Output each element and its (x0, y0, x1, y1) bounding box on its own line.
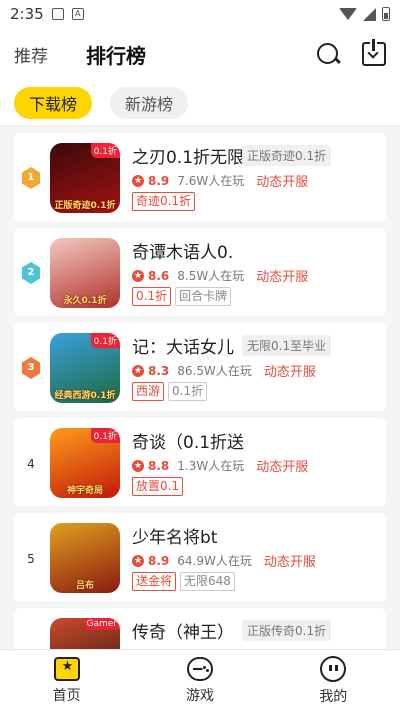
icon-caption: 永久0.1折 (63, 296, 107, 306)
a-notification-icon: A (71, 8, 84, 20)
tab-recommend[interactable]: 推荐 (14, 42, 48, 67)
game-tag: 0.1折 (132, 287, 172, 306)
game-score: 8.3 (148, 363, 170, 378)
star-icon: ★ (132, 364, 144, 377)
icon-badge: 0.1折 (90, 333, 120, 348)
game-icon[interactable]: 吕布 (50, 523, 120, 593)
subtab-new-games[interactable]: 新游榜 (110, 86, 189, 119)
game-score: 8.8 (148, 458, 170, 473)
status-bar: 2:35 A (0, 0, 400, 28)
game-status: 动态开服 (256, 175, 309, 190)
game-tags: 送金将 无限648 (132, 572, 235, 591)
ranking-subtabs: 下载榜 新游榜 (0, 80, 400, 126)
gamepad-icon (186, 656, 213, 681)
game-status: 动态开服 (263, 365, 316, 380)
game-name[interactable]: 奇谭木语人0. (132, 238, 233, 263)
star-icon: ★ (132, 459, 144, 472)
game-tag: 回合卡牌 (175, 287, 232, 306)
rank-medal-icon: 1 (22, 167, 40, 189)
ranking-list: 1 0.1折 正版奇迹0.1折 之刃0.1折无限 正版奇迹0.1折 ★ 8.9 7… (0, 126, 400, 649)
game-tag: 0.1折 (168, 382, 208, 401)
game-status: 动态开服 (256, 460, 309, 475)
image-notification-icon (51, 8, 64, 20)
wifi-icon (339, 8, 357, 20)
game-card[interactable]: 6 Gamer 传奇（神王） 正版传奇0.1折 (14, 608, 386, 649)
search-icon[interactable] (316, 42, 340, 66)
game-card[interactable]: 5 吕布 少年名将bt ★ 8.9 64.9W人在玩 动态开服 送金将 无限648 (14, 513, 386, 601)
game-meta: ★ 8.9 7.6W人在玩 动态开服 (132, 171, 308, 190)
game-players: 86.5W人在玩 (177, 364, 252, 378)
battery-icon (382, 7, 390, 21)
game-meta: ★ 8.3 86.5W人在玩 动态开服 (132, 361, 316, 380)
game-meta: ★ 8.9 64.9W人在玩 动态开服 (132, 551, 316, 570)
bottom-nav-games-label: 游戏 (185, 687, 214, 704)
game-tag: 西游 (132, 382, 165, 401)
game-players: 1.3W人在玩 (177, 459, 245, 473)
game-card[interactable]: 2 永久0.1折 奇谭木语人0. ★ 8.6 8.5W人在玩 动态开服 0.1折… (14, 228, 386, 316)
game-card[interactable]: 4 0.1折神宇奇局 奇谈（0.1折送 ★ 8.8 1.3W人在玩 动态开服 放… (14, 418, 386, 506)
game-name[interactable]: 记：大话女儿 (132, 333, 234, 358)
promo-tag: 无限0.1至毕业 (242, 335, 332, 356)
game-icon[interactable]: 永久0.1折 (50, 238, 120, 308)
promo-tag: 正版传奇0.1折 (242, 620, 332, 641)
game-tag: 送金将 (132, 572, 177, 591)
game-score: 8.9 (148, 553, 170, 568)
star-icon: ★ (132, 174, 144, 187)
bottom-nav: 首页 游戏 我的 (0, 649, 400, 711)
game-status: 动态开服 (256, 270, 309, 285)
rank-number: 5 (27, 552, 35, 566)
rank-number: 4 (27, 457, 35, 471)
bottom-nav-home-label: 首页 (52, 687, 81, 704)
icon-badge: Gamer (83, 618, 120, 630)
signal-icon (363, 7, 376, 21)
bottom-nav-me-label: 我的 (319, 688, 348, 705)
status-time: 2:35 (10, 5, 44, 23)
game-icon[interactable]: Gamer (50, 618, 120, 649)
game-meta: ★ 8.8 1.3W人在玩 动态开服 (132, 456, 308, 475)
game-icon[interactable]: 0.1折经典西游0.1折 (50, 333, 120, 403)
bottom-nav-home[interactable]: 首页 (0, 650, 133, 711)
download-icon[interactable] (362, 39, 386, 66)
home-icon (53, 656, 80, 681)
game-tag: 放置0.1 (132, 477, 184, 496)
icon-badge: 0.1折 (90, 428, 120, 443)
top-header: 推荐 排行榜 (0, 28, 400, 80)
icon-caption: 神宇奇局 (66, 486, 103, 496)
game-score: 8.9 (148, 173, 170, 188)
game-tags: 0.1折 回合卡牌 (132, 287, 232, 306)
rank-medal-icon: 3 (22, 357, 40, 379)
game-players: 8.5W人在玩 (177, 269, 245, 283)
icon-badge: 0.1折 (90, 143, 120, 158)
game-icon[interactable]: 0.1折正版奇迹0.1折 (50, 143, 120, 213)
game-name[interactable]: 传奇（神王） (132, 618, 234, 643)
profile-icon (320, 655, 347, 682)
promo-tag: 正版奇迹0.1折 (242, 145, 332, 166)
game-players: 64.9W人在玩 (177, 554, 252, 568)
star-icon: ★ (132, 269, 144, 282)
game-tag: 奇迹0.1折 (132, 192, 196, 211)
game-tags: 放置0.1 (132, 477, 184, 496)
game-players: 7.6W人在玩 (177, 174, 245, 188)
bottom-nav-games[interactable]: 游戏 (133, 650, 266, 711)
game-tag: 无限648 (180, 572, 235, 591)
tab-ranking[interactable]: 排行榜 (86, 40, 146, 69)
icon-caption: 正版奇迹0.1折 (54, 201, 116, 211)
game-name[interactable]: 之刃0.1折无限 (132, 143, 244, 168)
game-score: 8.6 (148, 268, 170, 283)
game-tags: 西游 0.1折 (132, 382, 208, 401)
game-status: 动态开服 (263, 555, 316, 570)
game-card[interactable]: 3 0.1折 经典西游0.1折 记：大话女儿 无限0.1至毕业 ★ 8.3 86.… (14, 323, 386, 411)
icon-caption: 吕布 (75, 581, 94, 591)
game-tags: 奇迹0.1折 (132, 192, 196, 211)
game-name[interactable]: 奇谈（0.1折送 (132, 428, 244, 453)
subtab-downloads[interactable]: 下载榜 (14, 86, 93, 119)
star-icon: ★ (132, 554, 144, 567)
rank-medal-icon: 2 (22, 262, 40, 284)
icon-caption: 经典西游0.1折 (54, 391, 116, 401)
game-meta: ★ 8.6 8.5W人在玩 动态开服 (132, 266, 308, 285)
game-name[interactable]: 少年名将bt (132, 523, 217, 548)
game-card[interactable]: 1 0.1折 正版奇迹0.1折 之刃0.1折无限 正版奇迹0.1折 ★ 8.9 7… (14, 133, 386, 221)
game-icon[interactable]: 0.1折神宇奇局 (50, 428, 120, 498)
bottom-nav-me[interactable]: 我的 (267, 650, 400, 711)
